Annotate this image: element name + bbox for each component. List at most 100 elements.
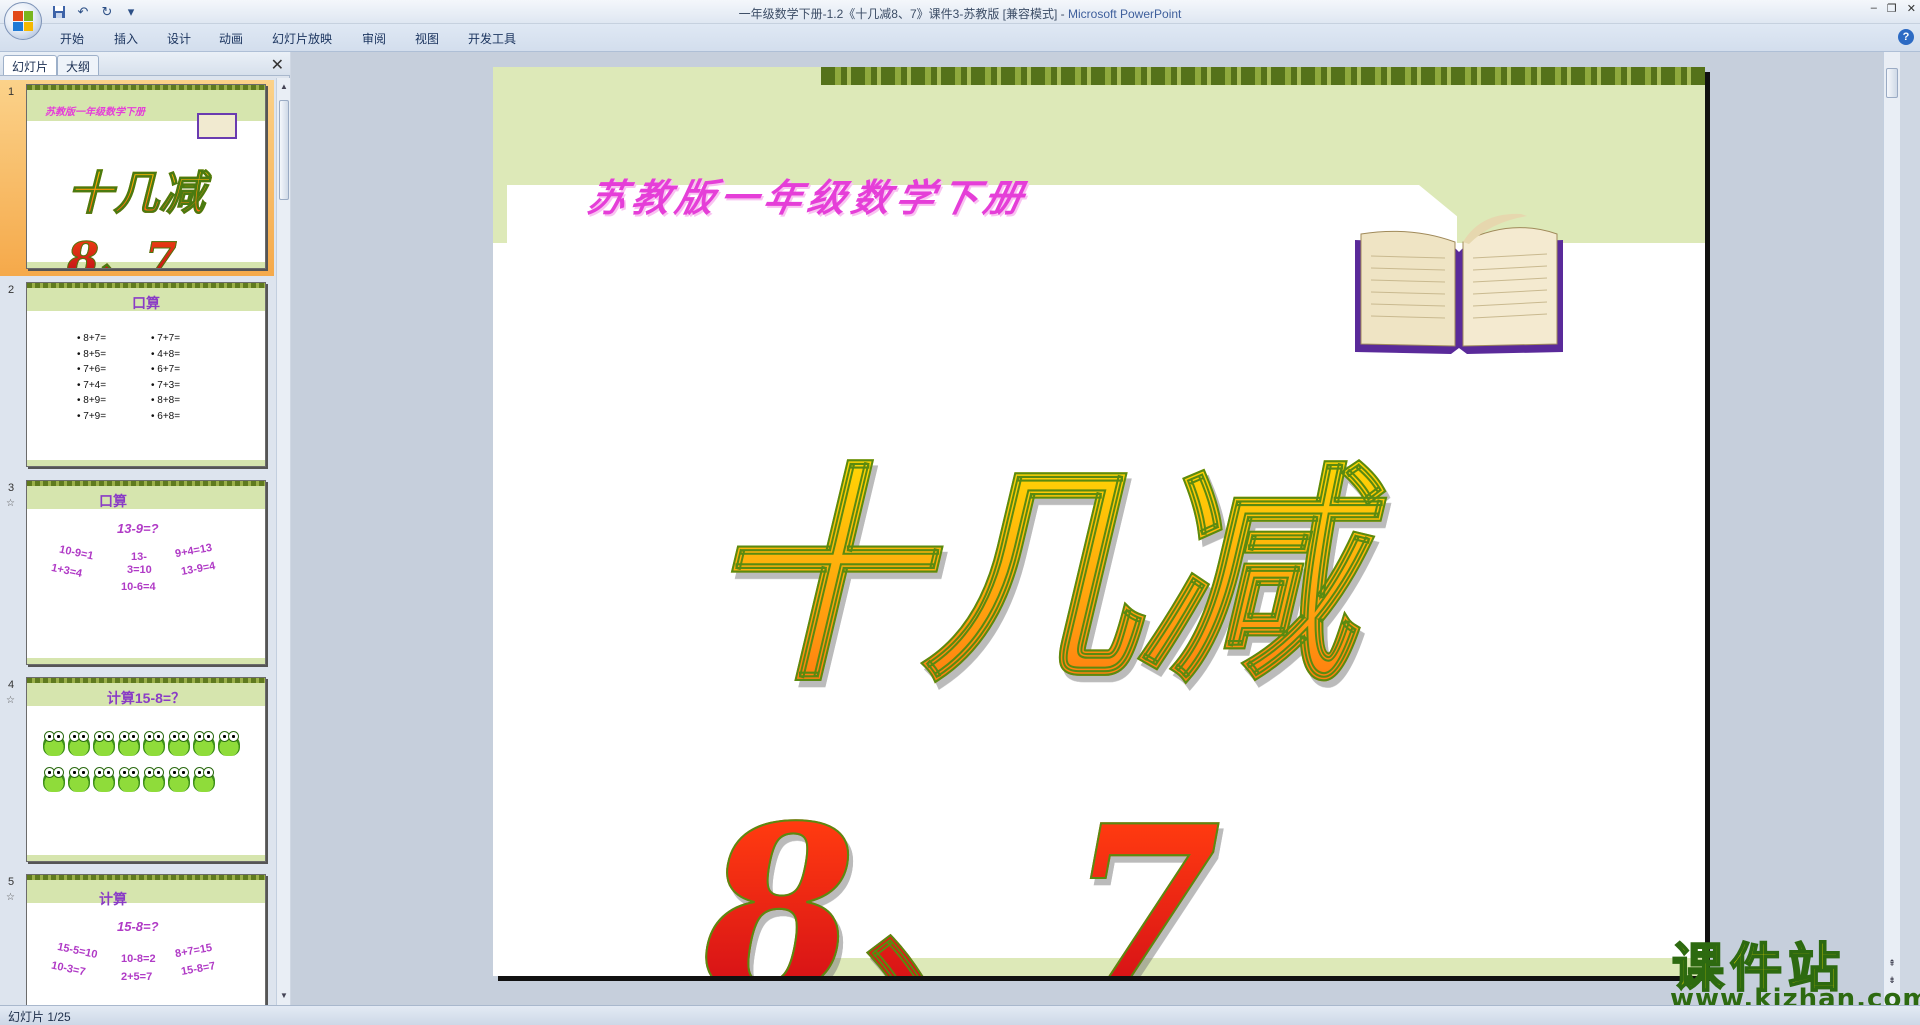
thumb-footer-band [27, 855, 265, 861]
slide-thumbnail-2[interactable]: 口算 • 8+7= • 8+5= • 7+6= • 7+4= • 8+9= • … [26, 282, 266, 467]
list-item: • 7+3= [151, 379, 181, 391]
thumb-equation: 3=10 [127, 564, 152, 576]
tab-view[interactable]: 视图 [415, 30, 439, 47]
thumbnail-number: 2 [8, 284, 15, 296]
slide-subtitle[interactable]: 苏教版一年级数学下册 [583, 167, 1035, 222]
thumb-equation: 13- [131, 551, 147, 563]
book-icon [197, 113, 237, 139]
tab-outline[interactable]: 大纲 [57, 55, 100, 75]
tab-design[interactable]: 设计 [167, 30, 191, 47]
minimize-button[interactable]: – [1871, 2, 1877, 15]
thumb-list-col2: • 7+7= • 4+8= • 6+7= • 7+3= • 8+8= • 6+8… [151, 331, 180, 424]
thumbnail-row-4[interactable]: 4 ☆ 计算15-8=？ [0, 673, 274, 869]
thumb-footer-band [27, 658, 265, 664]
scroll-up-icon[interactable]: ▲ [279, 82, 289, 92]
close-pane-icon[interactable]: ✕ [271, 55, 284, 75]
thumb-title: 口算 [99, 493, 127, 509]
frog-icon [193, 731, 215, 756]
thumb-equation: 10-6=4 [121, 581, 156, 593]
status-bar: 幻灯片 1/25 [0, 1005, 1920, 1025]
frog-row [43, 767, 215, 792]
thumbnail-row-5[interactable]: 5 ☆ 计算 15-8=? 15-5=10 10-3=7 10-8=2 2+5=… [0, 870, 274, 1005]
list-item: • 8+8= [151, 395, 181, 406]
title-bar: ↶ ↻ ▾ 一年级数学下册-1.2《十几减8、7》课件3-苏教版 [兼容模式] … [0, 0, 1920, 40]
thumbnail-row-2[interactable]: 2 口算 • 8+7= • 8+5= • 7+6= • 7+4= • 8+9= … [0, 278, 274, 474]
frog-icon [143, 767, 165, 792]
slides-pane: 幻灯片 大纲 ✕ 1 苏教版一年级数学下册 十几减8、7 2 口算 • 8+7=… [0, 52, 290, 1005]
thumbnail-number: 5 [8, 876, 15, 888]
list-item: • 7+9= [77, 410, 107, 422]
frog-row [43, 731, 240, 756]
ribbon-tab-bar: 开始 插入 设计 动画 幻灯片放映 审阅 视图 开发工具 ? [0, 24, 1920, 52]
frog-icon [118, 767, 140, 792]
frog-icon [143, 731, 165, 756]
thumbnail-row-3[interactable]: 3 ☆ 口算 13-9=? 10-9=1 1+3=4 13- 3=10 10-6… [0, 476, 274, 672]
thumb-subtitle: 苏教版一年级数学下册 [45, 107, 145, 118]
list-item: • 6+7= [151, 364, 181, 375]
frog-icon [218, 731, 240, 756]
frog-icon [118, 731, 140, 756]
office-button[interactable] [4, 2, 42, 40]
animation-star-icon: ☆ [6, 498, 15, 509]
thumbnail-number: 1 [8, 86, 15, 98]
tab-insert[interactable]: 插入 [114, 30, 138, 47]
frog-icon [68, 767, 90, 792]
thumb-title: 口算 [132, 295, 160, 311]
tab-slides[interactable]: 幻灯片 [3, 55, 58, 75]
list-item: • 7+6= [77, 364, 107, 375]
slide-thumbnail-5[interactable]: 计算 15-8=? 15-5=10 10-3=7 10-8=2 2+5=7 8+… [26, 874, 266, 1005]
frog-icon [193, 767, 215, 792]
thumb-title: 计算 [99, 891, 127, 907]
thumb-title: 计算15-8=？ [106, 690, 186, 706]
list-item: • 7+7= [151, 333, 181, 344]
frog-icon [168, 731, 190, 756]
list-item: • 8+9= [77, 395, 107, 406]
tab-animations[interactable]: 动画 [219, 30, 243, 47]
frog-icon [68, 731, 90, 756]
slide-thumbnail-1[interactable]: 苏教版一年级数学下册 十几减8、7 [26, 84, 266, 269]
thumbnail-number: 3 [8, 482, 15, 494]
thumb-question: 15-8=? [117, 919, 159, 934]
slide-editor: 苏教版一年级数学下册 十几减8、7 ⇞ ⇟ [291, 52, 1900, 1005]
scrollbar-thumb[interactable] [279, 100, 289, 200]
list-item: • 6+8= [151, 410, 181, 422]
frog-icon [93, 767, 115, 792]
slide-stripe-decoration [821, 67, 1705, 85]
thumb-footer-band [27, 460, 265, 466]
animation-star-icon: ☆ [6, 695, 15, 706]
office-logo-icon [13, 11, 33, 31]
tab-home[interactable]: 开始 [60, 30, 84, 47]
help-icon[interactable]: ? [1898, 29, 1914, 45]
thumbnail-number: 4 [8, 679, 15, 691]
slide-thumbnail-3[interactable]: 口算 13-9=? 10-9=1 1+3=4 13- 3=10 10-6=4 9… [26, 480, 266, 665]
slide-thumbnail-4[interactable]: 计算15-8=？ [26, 677, 266, 862]
close-button[interactable]: ✕ [1907, 2, 1916, 15]
thumbnail-row-1[interactable]: 1 苏教版一年级数学下册 十几减8、7 [0, 80, 274, 276]
document-title: 一年级数学下册-1.2《十几减8、7》课件3-苏教版 [兼容模式] - [738, 7, 1068, 21]
current-slide[interactable]: 苏教版一年级数学下册 十几减8、7 [493, 67, 1705, 976]
thumbnails-scrollbar[interactable]: ▲ ▼ [276, 78, 290, 1005]
list-item: • 4+8= [151, 348, 181, 360]
frog-icon [93, 731, 115, 756]
restore-button[interactable]: ❐ [1887, 2, 1897, 15]
window-controls: – ❐ ✕ [1871, 2, 1916, 15]
window-title: 一年级数学下册-1.2《十几减8、7》课件3-苏教版 [兼容模式] - Micr… [0, 5, 1920, 22]
app-name: Microsoft PowerPoint [1068, 7, 1182, 21]
animation-star-icon: ☆ [6, 892, 15, 903]
slide-main-title[interactable]: 十几减8、7 [702, 391, 1705, 976]
tab-developer[interactable]: 开发工具 [468, 30, 516, 47]
thumb-body [27, 311, 265, 466]
thumb-list-col1: • 8+7= • 8+5= • 7+6= • 7+4= • 8+9= • 7+9… [77, 331, 106, 424]
scroll-down-icon[interactable]: ▼ [279, 991, 289, 1001]
slide-thumbnails: 1 苏教版一年级数学下册 十几减8、7 2 口算 • 8+7= • 8+5= •… [0, 78, 274, 1005]
thumb-question: 13-9=? [117, 521, 159, 536]
frog-icon [168, 767, 190, 792]
site-watermark: 课件站 www.kjzhan.com [1660, 926, 1920, 1016]
open-book-icon [1355, 213, 1563, 354]
list-item: • 8+5= [77, 348, 107, 360]
tab-slideshow[interactable]: 幻灯片放映 [272, 30, 332, 47]
scrollbar-thumb[interactable] [1886, 68, 1898, 98]
editor-scrollbar[interactable]: ⇞ ⇟ [1883, 52, 1900, 1005]
thumb-title: 十几减8、7 [67, 157, 265, 269]
tab-review[interactable]: 审阅 [362, 30, 386, 47]
